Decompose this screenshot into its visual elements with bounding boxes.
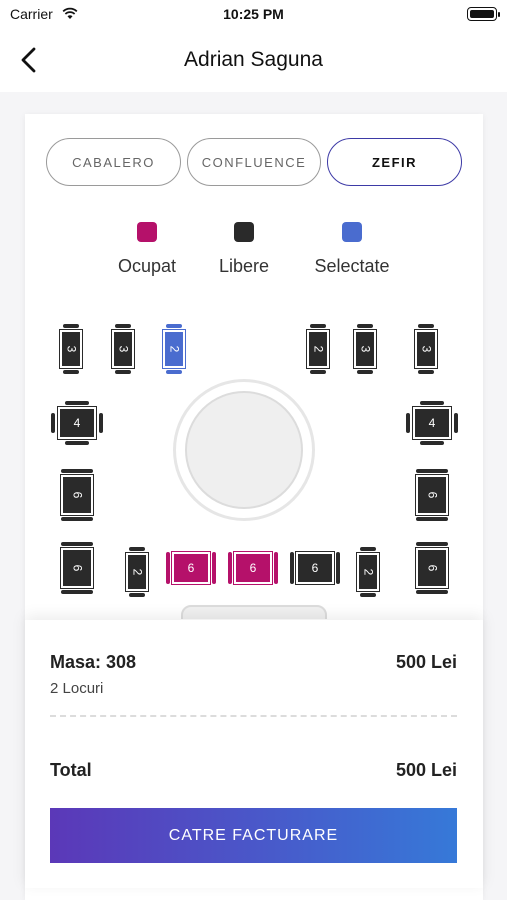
- table-5[interactable]: 3: [352, 324, 378, 374]
- battery-icon: [467, 7, 500, 21]
- seating-map: 3 3 2 2 3 3 4 4 6 6 6 2 6 6 6 2 6: [25, 309, 483, 619]
- table-16[interactable]: 2: [355, 547, 381, 597]
- table-price: 500 Lei: [395, 652, 457, 672]
- dance-floor: [173, 379, 315, 521]
- clock: 10:25 PM: [223, 6, 284, 22]
- navigation-bar: Adrian Saguna: [0, 30, 507, 92]
- table-seat-count: 6: [425, 491, 439, 499]
- table-seat-count: 6: [249, 561, 257, 575]
- table-7[interactable]: 4: [51, 401, 103, 445]
- tab-zefir[interactable]: ZEFIR: [327, 138, 462, 186]
- table-seat-count: 3: [358, 345, 372, 353]
- table-seat-count: 4: [428, 416, 436, 430]
- legend-free-label: Libere: [218, 256, 270, 276]
- table-seat-count: 3: [64, 345, 78, 353]
- legend-occupied-label: Ocupat: [117, 256, 177, 276]
- table-seat-count: 3: [116, 345, 130, 353]
- table-1[interactable]: 3: [58, 324, 84, 374]
- table-4[interactable]: 2: [305, 324, 331, 374]
- table-10[interactable]: 6: [414, 469, 450, 521]
- reservation-summary: Masa: 308 500 Lei 2 Locuri Total 500 Lei…: [25, 620, 483, 888]
- table-seat-count: 4: [73, 416, 81, 430]
- legend-selected-label: Selectate: [314, 256, 390, 276]
- bar-counter: [181, 605, 327, 619]
- table-11[interactable]: 6: [59, 542, 95, 594]
- divider: [50, 715, 457, 717]
- total-label: Total: [50, 760, 92, 780]
- table-12[interactable]: 2: [124, 547, 150, 597]
- table-14[interactable]: 6: [228, 550, 278, 586]
- legend-selected: Selectate: [307, 222, 397, 277]
- table-seat-count: 3: [419, 345, 433, 353]
- table-seat-count: 2: [361, 568, 375, 576]
- page-title: Adrian Saguna: [184, 48, 323, 71]
- table-seat-count: 2: [311, 345, 325, 353]
- table-3[interactable]: 2: [161, 324, 187, 374]
- status-bar: Carrier 10:25 PM: [0, 0, 507, 30]
- table-seat-count: 2: [167, 345, 181, 353]
- legend-selected-swatch: [342, 222, 362, 242]
- table-9[interactable]: 6: [59, 469, 95, 521]
- legend-free-swatch: [234, 222, 254, 242]
- checkout-button[interactable]: CATRE FACTURARE: [50, 808, 457, 863]
- seat-count: 2 Locuri: [50, 680, 104, 697]
- table-17[interactable]: 6: [414, 542, 450, 594]
- table-6[interactable]: 3: [413, 324, 439, 374]
- table-number: Masa: 308: [50, 652, 137, 672]
- table-seat-count: 6: [425, 564, 439, 572]
- table-2[interactable]: 3: [110, 324, 136, 374]
- total-value: 500 Lei: [395, 760, 457, 780]
- table-seat-count: 6: [187, 561, 195, 575]
- table-13[interactable]: 6: [166, 550, 216, 586]
- table-seat-count: 2: [130, 568, 144, 576]
- legend-occupied-swatch: [137, 222, 157, 242]
- table-seat-count: 6: [70, 491, 84, 499]
- tab-confluence[interactable]: CONFLUENCE: [187, 138, 321, 186]
- table-15[interactable]: 6: [290, 550, 340, 586]
- legend-occupied: Ocupat: [109, 222, 185, 277]
- legend-free: Libere: [206, 222, 282, 277]
- table-seat-count: 6: [70, 564, 84, 572]
- table-8[interactable]: 4: [406, 401, 458, 445]
- tab-cabalero[interactable]: CABALERO: [46, 138, 181, 186]
- table-seat-count: 6: [311, 561, 319, 575]
